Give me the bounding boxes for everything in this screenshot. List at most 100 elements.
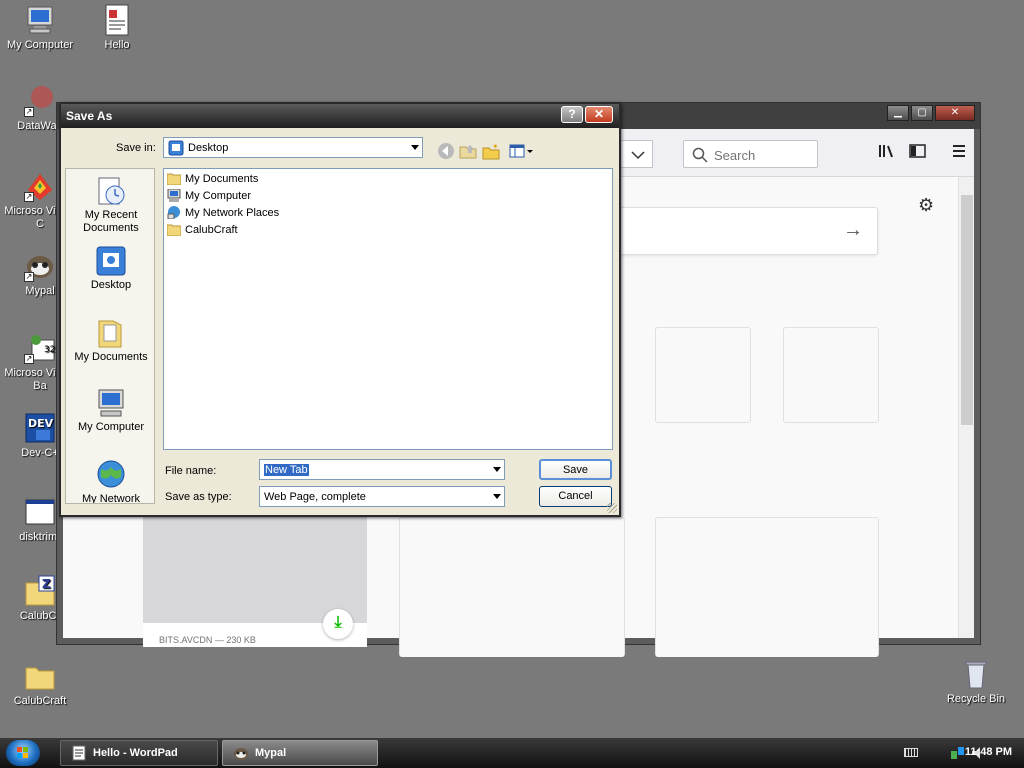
place-desktop[interactable]: Desktop — [66, 245, 154, 292]
task-label: Mypal — [255, 747, 287, 759]
start-button[interactable] — [6, 740, 40, 766]
download-card[interactable]: ⤓ BITS.AVCDN — 230 KB — [143, 517, 367, 647]
place-label: My Computer — [77, 421, 145, 433]
taskbar-button-wordpad[interactable]: Hello - WordPad — [60, 740, 218, 766]
folder-icon — [24, 660, 56, 692]
save-in-value: Desktop — [188, 142, 229, 154]
places-bar: My Recent Documents Desktop My Documents… — [65, 168, 155, 504]
list-item[interactable]: CalubCraft — [167, 222, 238, 238]
save-as-type-label: Save as type: — [165, 491, 232, 503]
scrollbar-thumb[interactable] — [961, 195, 973, 425]
computer-icon — [24, 4, 56, 36]
desktop-folder-icon — [168, 140, 184, 156]
computer-icon — [95, 387, 127, 419]
place-recent-documents[interactable]: My Recent Documents — [66, 175, 154, 235]
save-button[interactable]: Save — [539, 459, 612, 480]
svg-text:DEV: DEV — [28, 417, 54, 430]
my-documents-folder-icon — [95, 317, 127, 349]
svg-text:✶: ✶ — [492, 142, 499, 151]
menu-icon[interactable] — [951, 143, 967, 164]
newtab-search-box[interactable]: → — [603, 207, 878, 255]
desktop-icon-calubcraft-folder[interactable]: CalubCraft — [0, 660, 80, 708]
network-places-icon — [167, 206, 180, 219]
computer-icon — [167, 189, 181, 202]
save-as-dialog: Save As ? ✕ Save in: Desktop ✶ My Recent… — [59, 102, 621, 517]
chevron-down-icon[interactable] — [493, 467, 501, 472]
library-icon[interactable] — [878, 143, 896, 164]
chevron-down-icon — [493, 494, 501, 499]
desktop-icon — [95, 245, 127, 277]
list-item[interactable]: My Documents — [167, 171, 258, 187]
save-as-type-dropdown[interactable]: Web Page, complete — [259, 486, 505, 507]
file-name-input[interactable]: New Tab — [259, 459, 505, 480]
recycle-bin-icon — [960, 658, 992, 690]
file-name-value: New Tab — [264, 464, 309, 476]
system-tray: 11:48 PM — [874, 738, 1024, 768]
vertical-scrollbar[interactable] — [958, 177, 974, 638]
desktop-icon-label: My Computer — [6, 39, 74, 51]
cancel-button[interactable]: Cancel — [539, 486, 612, 507]
visual-c-icon: ↗ — [24, 170, 56, 202]
dialog-titlebar: Save As ? ✕ — [61, 104, 619, 128]
wordpad-icon — [72, 745, 86, 761]
highlight-card[interactable] — [399, 517, 625, 657]
help-button[interactable]: ? — [561, 106, 583, 123]
file-list[interactable]: My Documents My Computer My Network Plac… — [163, 168, 613, 450]
back-icon[interactable] — [437, 142, 455, 160]
recent-documents-icon — [95, 175, 127, 207]
dev-cpp-icon: DEV — [24, 412, 56, 444]
shortcut-arrow-icon: ↗ — [24, 107, 34, 117]
save-as-type-value: Web Page, complete — [264, 491, 366, 503]
keyboard-icon[interactable] — [904, 748, 918, 757]
network-status-icon[interactable] — [950, 745, 966, 761]
place-label: My Network — [81, 493, 141, 504]
top-site-tile[interactable] — [783, 327, 879, 423]
download-caption: BITS.AVCDN — 230 KB — [159, 635, 256, 645]
shortcut-arrow-icon: ↗ — [24, 192, 34, 202]
clock[interactable]: 11:48 PM — [965, 746, 1012, 758]
desktop-icon-label: Recycle Bin — [946, 693, 1006, 705]
file-name: CalubCraft — [185, 224, 238, 236]
save-in-dropdown[interactable]: Desktop — [163, 137, 423, 158]
view-menu-icon[interactable] — [509, 142, 535, 160]
gear-icon[interactable]: ⚙ — [918, 195, 934, 216]
minimize-button[interactable]: ▁ — [887, 105, 909, 121]
svg-text:Z: Z — [42, 577, 51, 591]
close-button[interactable]: ✕ — [935, 105, 975, 121]
desktop-icon-label: Hello — [104, 39, 130, 51]
resize-grip-icon[interactable] — [607, 503, 617, 513]
desktop-icon-hello[interactable]: Hello — [77, 4, 157, 52]
taskbar-button-mypal[interactable]: Mypal — [222, 740, 378, 766]
download-card-preview — [143, 517, 367, 623]
search-submit-arrow-icon[interactable]: → — [843, 219, 863, 242]
datawag-icon: ↗ — [24, 85, 56, 117]
top-site-tile[interactable] — [655, 327, 751, 423]
place-my-computer[interactable]: My Computer — [66, 387, 154, 434]
chevron-down-icon — [411, 145, 419, 150]
list-item[interactable]: My Network Places — [167, 205, 279, 221]
visual-basic-icon: 32 ↗ — [24, 332, 56, 364]
maximize-button[interactable]: ▢ — [911, 105, 933, 121]
place-label: Desktop — [90, 279, 132, 291]
place-my-network[interactable]: My Network — [66, 459, 154, 504]
up-folder-icon[interactable] — [459, 142, 477, 160]
search-input[interactable]: Search — [683, 140, 818, 168]
sidebar-icon[interactable] — [909, 143, 927, 164]
place-label: My Documents — [74, 351, 148, 363]
svg-text:32: 32 — [44, 345, 55, 355]
new-folder-icon[interactable]: ✶ — [482, 142, 500, 160]
close-button[interactable]: ✕ — [585, 106, 613, 123]
dialog-title: Save As — [66, 109, 113, 123]
task-label: Hello - WordPad — [93, 747, 178, 759]
save-in-label: Save in: — [116, 142, 156, 154]
highlight-card[interactable] — [655, 517, 879, 657]
desktop-icon-my-computer[interactable]: My Computer — [0, 4, 80, 52]
download-icon[interactable]: ⤓ — [323, 609, 353, 639]
file-name: My Computer — [185, 190, 252, 202]
list-item[interactable]: My Computer — [167, 188, 251, 204]
place-my-documents[interactable]: My Documents — [66, 317, 154, 364]
file-name: My Documents — [185, 173, 259, 185]
desktop-icon-recycle-bin[interactable]: Recycle Bin — [936, 658, 1016, 706]
mypal-raccoon-icon — [234, 748, 248, 760]
shortcut-arrow-icon: ↗ — [24, 272, 34, 282]
